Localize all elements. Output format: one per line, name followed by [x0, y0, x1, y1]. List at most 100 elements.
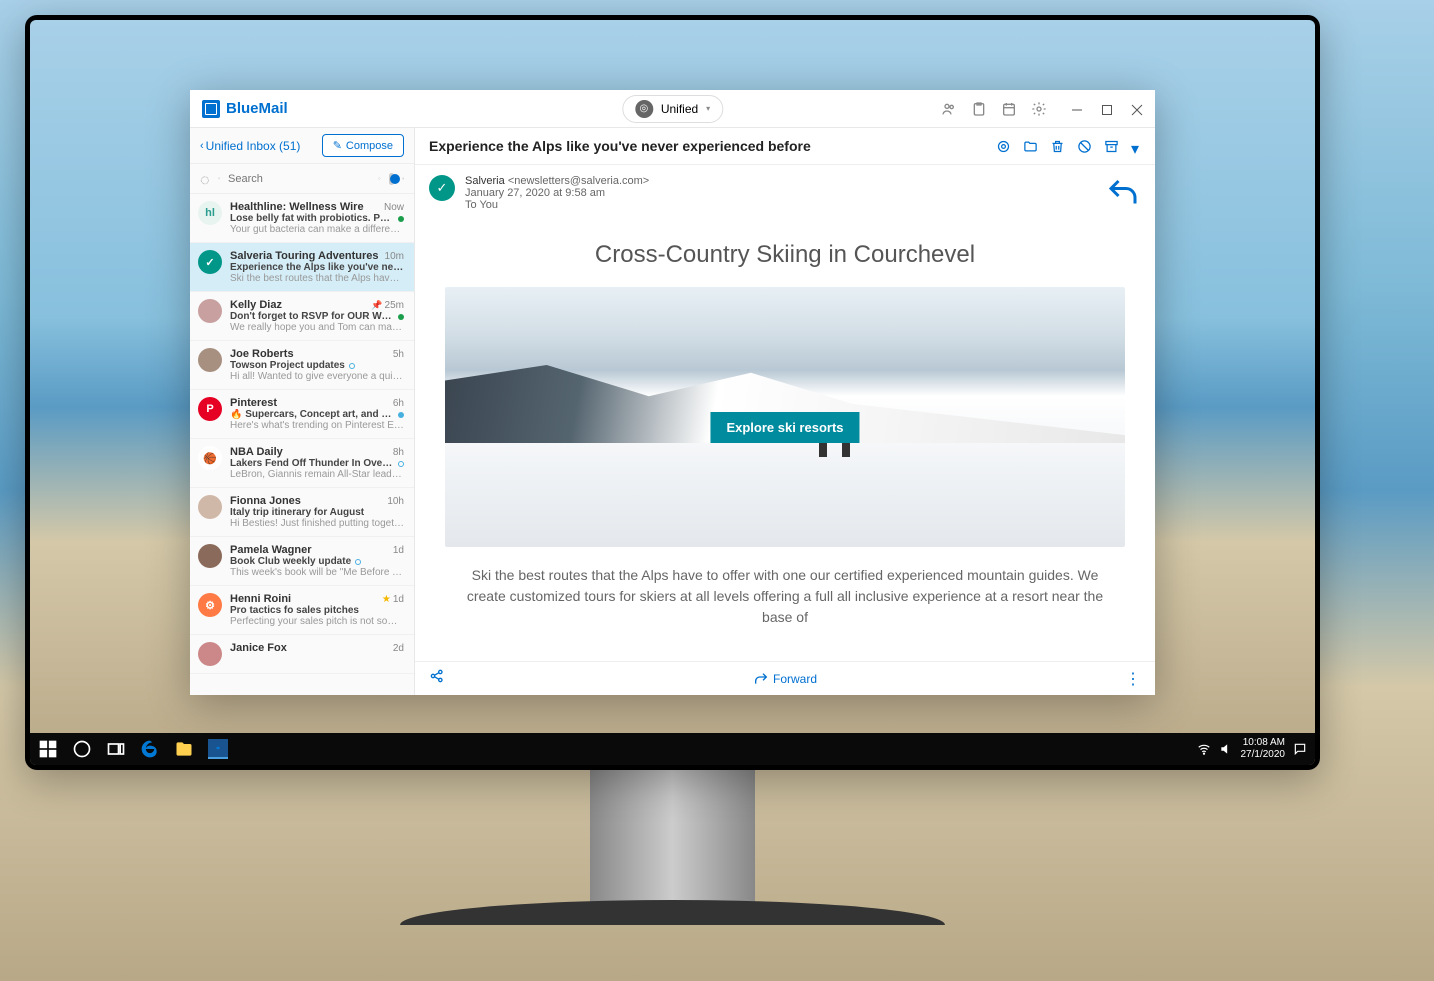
settings-icon[interactable] [1031, 101, 1047, 117]
more-chevron-icon[interactable]: ▾ [1131, 139, 1141, 154]
email-item[interactable]: Kelly Diaz📌25mDon't forget to RSVP for O… [190, 292, 414, 341]
status-dot [398, 216, 404, 222]
email-time: 6h [393, 397, 404, 409]
more-icon[interactable]: ⋮ [1125, 669, 1141, 689]
email-preview: This week's book will be "Me Before You"… [230, 567, 404, 578]
status-dot [398, 461, 404, 467]
app-logo[interactable]: BlueMail [202, 100, 288, 118]
email-item[interactable]: ✓Salveria Touring Adventures10mExperienc… [190, 243, 414, 292]
refresh-icon[interactable] [378, 172, 381, 185]
edge-icon[interactable] [140, 739, 160, 759]
list-options-icon[interactable] [402, 172, 405, 185]
from-email: <newsletters@salveria.com> [508, 175, 649, 187]
account-selector[interactable]: ◎ Unified ▾ [622, 95, 723, 123]
email-time: 2d [393, 642, 404, 654]
taskbar-clock[interactable]: 10:08 AM 27/1/2020 [1241, 737, 1286, 761]
from-name: Salveria [465, 175, 505, 187]
avatar: 🏀 [198, 446, 222, 470]
email-item[interactable]: Pamela Wagner1dBook Club weekly updateTh… [190, 537, 414, 586]
people-icon[interactable] [941, 101, 957, 117]
email-subject: Book Club weekly update [230, 556, 351, 567]
filter-icon[interactable]: ◌ [200, 172, 210, 185]
chevron-left-icon: ‹ [200, 140, 204, 152]
cta-button[interactable]: Explore ski resorts [710, 412, 859, 443]
calendar-icon[interactable] [1001, 101, 1017, 117]
email-time: 📌25m [371, 299, 404, 311]
email-list: hlHealthline: Wellness WireNowLose belly… [190, 194, 414, 695]
email-item[interactable]: Joe Roberts5hTowson Project updatesHi al… [190, 341, 414, 390]
email-preview: Hi Besties! Just finished putting togeth… [230, 518, 404, 529]
account-icon: ◎ [635, 100, 653, 118]
email-item[interactable]: 🏀NBA Daily8hLakers Fend Off Thunder In O… [190, 439, 414, 488]
sender-avatar: ✓ [429, 175, 455, 201]
email-subject: Italy trip itinerary for August [230, 507, 364, 518]
wifi-icon[interactable] [1197, 742, 1211, 756]
compose-button[interactable]: ✎ Compose [322, 134, 404, 157]
email-sender: Fionna Jones [230, 495, 301, 507]
status-dot [355, 559, 361, 565]
explorer-icon[interactable] [174, 739, 194, 759]
avatar: ✓ [198, 250, 222, 274]
mark-read-icon[interactable] [996, 139, 1011, 154]
minimize-button[interactable] [1071, 103, 1083, 115]
bluemail-icon [202, 100, 220, 118]
chevron-down-icon: ▾ [706, 104, 710, 113]
app-name: BlueMail [226, 100, 288, 117]
avatar [198, 544, 222, 568]
maximize-button[interactable] [1101, 103, 1113, 115]
email-sender: Janice Fox [230, 642, 287, 654]
email-item[interactable]: Janice Fox 2d [190, 635, 414, 674]
email-item[interactable]: hlHealthline: Wellness WireNowLose belly… [190, 194, 414, 243]
email-preview: We really hope you and Tom can make it!… [230, 322, 404, 333]
forward-button[interactable]: Forward [753, 671, 817, 687]
reading-subject: Experience the Alps like you've never ex… [429, 138, 811, 154]
email-time: 1d [393, 544, 404, 556]
email-date: January 27, 2020 at 9:58 am [465, 187, 649, 199]
email-sender: Henni Roini [230, 593, 291, 605]
archive-icon[interactable] [1104, 139, 1119, 154]
email-item[interactable]: ⚙Henni Roini★1dPro tactics fo sales pitc… [190, 586, 414, 635]
start-button[interactable] [38, 739, 58, 759]
spam-icon[interactable] [1077, 139, 1092, 154]
email-subject: Lakers Fend Off Thunder In Overtime; Tak… [230, 458, 394, 469]
email-time: 10m [385, 250, 404, 262]
email-subject: Towson Project updates [230, 360, 345, 371]
email-item[interactable]: PPinterest6h🔥 Supercars, Concept art, an… [190, 390, 414, 439]
email-subject: Pro tactics fo sales pitches [230, 605, 359, 616]
share-icon[interactable] [429, 668, 445, 689]
search-input[interactable] [228, 173, 370, 185]
avatar: P [198, 397, 222, 421]
email-subject: 🔥 Supercars, Concept art, and more Pins… [230, 409, 394, 420]
taskbar: 10:08 AM 27/1/2020 [30, 733, 1315, 765]
notifications-icon[interactable] [1293, 742, 1307, 756]
tasks-icon[interactable] [971, 101, 987, 117]
bluemail-taskbar-icon[interactable] [208, 739, 228, 759]
email-time: 10h [387, 495, 404, 507]
bluemail-window: BlueMail ◎ Unified ▾ ‹ Unified Inbox (51 [190, 90, 1155, 695]
clock-date: 27/1/2020 [1241, 749, 1286, 761]
delete-icon[interactable] [1050, 139, 1065, 154]
sidebar: ‹ Unified Inbox (51) ✎ Compose ◌ hlHealt… [190, 128, 415, 695]
email-preview: LeBron, Giannis remain All-Star leaders … [230, 469, 404, 480]
reply-icon[interactable] [1105, 175, 1141, 211]
close-button[interactable] [1131, 103, 1143, 115]
email-subject: Don't forget to RSVP for OUR Wedding!! [230, 311, 394, 322]
move-folder-icon[interactable] [1023, 139, 1038, 154]
cortana-icon[interactable] [72, 739, 92, 759]
sound-icon[interactable] [1219, 742, 1233, 756]
hero-image: Explore ski resorts [445, 287, 1126, 547]
compose-label: Compose [346, 140, 393, 152]
email-content: Cross-Country Skiing in Courchevel Explo… [415, 221, 1155, 661]
email-sender: Healthline: Wellness Wire [230, 201, 364, 213]
email-subject: Lose belly fat with probiotics. Power wa… [230, 213, 394, 224]
status-dot [398, 412, 404, 418]
email-time: ★1d [382, 593, 404, 605]
forward-label: Forward [773, 672, 817, 686]
email-item[interactable]: Fionna Jones 10h Italy trip itinerary for … [190, 488, 414, 537]
taskview-icon[interactable] [106, 739, 126, 759]
view-toggle[interactable] [389, 173, 394, 185]
search-icon [218, 172, 221, 185]
email-preview: Perfecting your sales pitch is not somet… [230, 616, 404, 627]
inbox-folder[interactable]: ‹ Unified Inbox (51) [200, 139, 300, 153]
unified-label: Unified [661, 102, 698, 116]
